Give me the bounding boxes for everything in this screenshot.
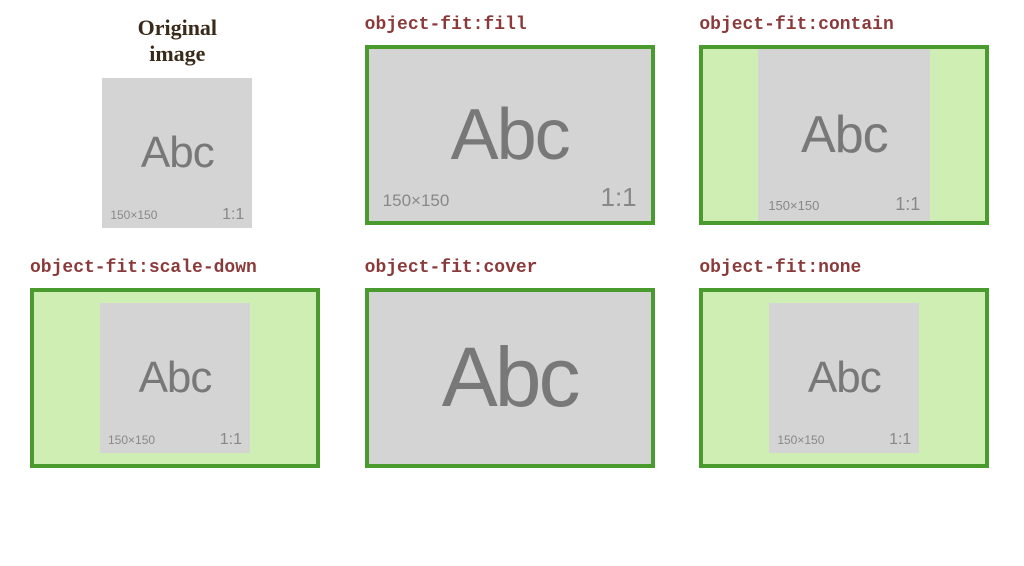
cell-none: object-fit:none Abc 150×150 1:1 bbox=[699, 258, 994, 468]
image-ratio: 1:1 bbox=[220, 431, 242, 449]
box-none: Abc 150×150 1:1 bbox=[699, 288, 989, 468]
cover-image: Abc 150×150 1:1 bbox=[369, 288, 651, 468]
scale-down-image: Abc 150×150 1:1 bbox=[100, 303, 250, 453]
image-text: Abc bbox=[808, 353, 881, 403]
image-dims: 150×150 bbox=[768, 198, 819, 213]
cell-fill: object-fit:fill Abc 150×150 1:1 bbox=[365, 15, 660, 228]
example-grid: Originalimage Abc 150×150 1:1 object-fit… bbox=[30, 15, 994, 468]
image-text: Abc bbox=[451, 94, 569, 176]
image-text: Abc bbox=[442, 329, 578, 426]
fill-image: Abc 150×150 1:1 bbox=[369, 49, 651, 221]
cell-contain: object-fit:contain Abc 150×150 1:1 bbox=[699, 15, 994, 228]
label-scale-down: object-fit:scale-down bbox=[30, 258, 325, 278]
image-dims: 150×150 bbox=[777, 433, 824, 447]
box-contain: Abc 150×150 1:1 bbox=[699, 45, 989, 225]
image-ratio: 1:1 bbox=[895, 194, 920, 215]
image-dims: 150×150 bbox=[108, 433, 155, 447]
original-holder: Abc 150×150 1:1 bbox=[30, 78, 325, 228]
image-ratio: 1:1 bbox=[222, 206, 244, 224]
box-fill: Abc 150×150 1:1 bbox=[365, 45, 655, 225]
none-image: Abc 150×150 1:1 bbox=[769, 303, 919, 453]
image-text: Abc bbox=[141, 128, 214, 178]
box-scale-down: Abc 150×150 1:1 bbox=[30, 288, 320, 468]
image-dims: 150×150 bbox=[110, 208, 157, 222]
label-fill: object-fit:fill bbox=[365, 15, 660, 35]
cell-cover: object-fit:cover Abc 150×150 1:1 bbox=[365, 258, 660, 468]
label-contain: object-fit:contain bbox=[699, 15, 994, 35]
title-line: Originalimage bbox=[138, 15, 217, 66]
contain-image: Abc 150×150 1:1 bbox=[758, 49, 930, 221]
cell-original: Originalimage Abc 150×150 1:1 bbox=[30, 15, 325, 228]
original-title: Originalimage bbox=[30, 15, 325, 68]
box-cover: Abc 150×150 1:1 bbox=[365, 288, 655, 468]
image-dims: 150×150 bbox=[383, 191, 450, 211]
image-text: Abc bbox=[801, 105, 888, 165]
label-cover: object-fit:cover bbox=[365, 258, 660, 278]
label-none: object-fit:none bbox=[699, 258, 994, 278]
image-text: Abc bbox=[139, 353, 212, 403]
image-ratio: 1:1 bbox=[601, 182, 637, 213]
cell-scale-down: object-fit:scale-down Abc 150×150 1:1 bbox=[30, 258, 325, 468]
original-image: Abc 150×150 1:1 bbox=[102, 78, 252, 228]
image-ratio: 1:1 bbox=[889, 431, 911, 449]
